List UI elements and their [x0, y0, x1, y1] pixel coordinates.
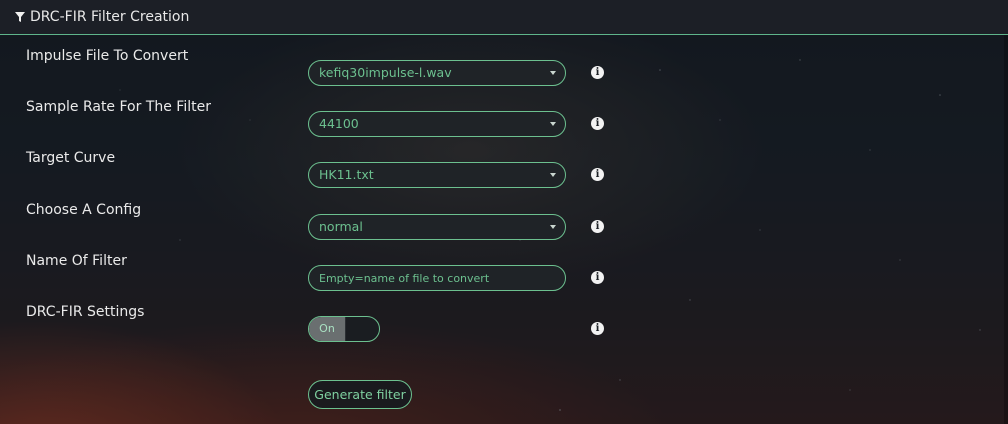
impulse-file-label: Impulse File To Convert: [26, 48, 189, 64]
info-icon[interactable]: i: [591, 322, 604, 335]
info-icon[interactable]: i: [591, 66, 604, 79]
impulse-file-select[interactable]: kefiq30impulse-l.wav: [308, 60, 566, 86]
drc-fir-settings-row: DRC-FIR Settings On i: [0, 304, 1004, 344]
filter-name-row: Name Of Filter i: [0, 253, 1004, 293]
chevron-down-icon: [550, 71, 556, 75]
impulse-file-row: Impulse File To Convert kefiq30impulse-l…: [0, 48, 1004, 88]
chevron-down-icon: [550, 173, 556, 177]
info-icon[interactable]: i: [591, 271, 604, 284]
filter-name-input[interactable]: [308, 265, 566, 291]
impulse-file-value: kefiq30impulse-l.wav: [319, 65, 452, 80]
target-curve-select[interactable]: HK11.txt: [308, 162, 566, 188]
panel-header[interactable]: DRC-FIR Filter Creation: [0, 0, 1008, 35]
target-curve-label: Target Curve: [26, 150, 116, 166]
config-row: Choose A Config normal i: [0, 202, 1004, 242]
sample-rate-value: 44100: [319, 116, 359, 131]
info-icon[interactable]: i: [591, 220, 604, 233]
config-value: normal: [319, 219, 363, 234]
info-icon[interactable]: i: [591, 168, 604, 181]
toggle-on-label: On: [309, 317, 345, 341]
generate-filter-button[interactable]: Generate filter: [308, 380, 412, 409]
drc-fir-settings-toggle[interactable]: On: [308, 316, 380, 342]
funnel-icon: [15, 12, 25, 22]
info-icon[interactable]: i: [591, 117, 604, 130]
target-curve-value: HK11.txt: [319, 167, 374, 182]
sample-rate-row: Sample Rate For The Filter 44100 i: [0, 99, 1004, 139]
config-select[interactable]: normal: [308, 214, 566, 240]
sample-rate-label: Sample Rate For The Filter: [26, 99, 211, 115]
chevron-down-icon: [550, 122, 556, 126]
target-curve-row: Target Curve HK11.txt i: [0, 150, 1004, 190]
panel-title: DRC-FIR Filter Creation: [30, 9, 190, 25]
sample-rate-select[interactable]: 44100: [308, 111, 566, 137]
config-label: Choose A Config: [26, 202, 142, 218]
drc-fir-settings-label: DRC-FIR Settings: [26, 304, 145, 320]
filter-name-label: Name Of Filter: [26, 253, 127, 269]
toggle-knob: [345, 317, 346, 341]
chevron-down-icon: [550, 225, 556, 229]
